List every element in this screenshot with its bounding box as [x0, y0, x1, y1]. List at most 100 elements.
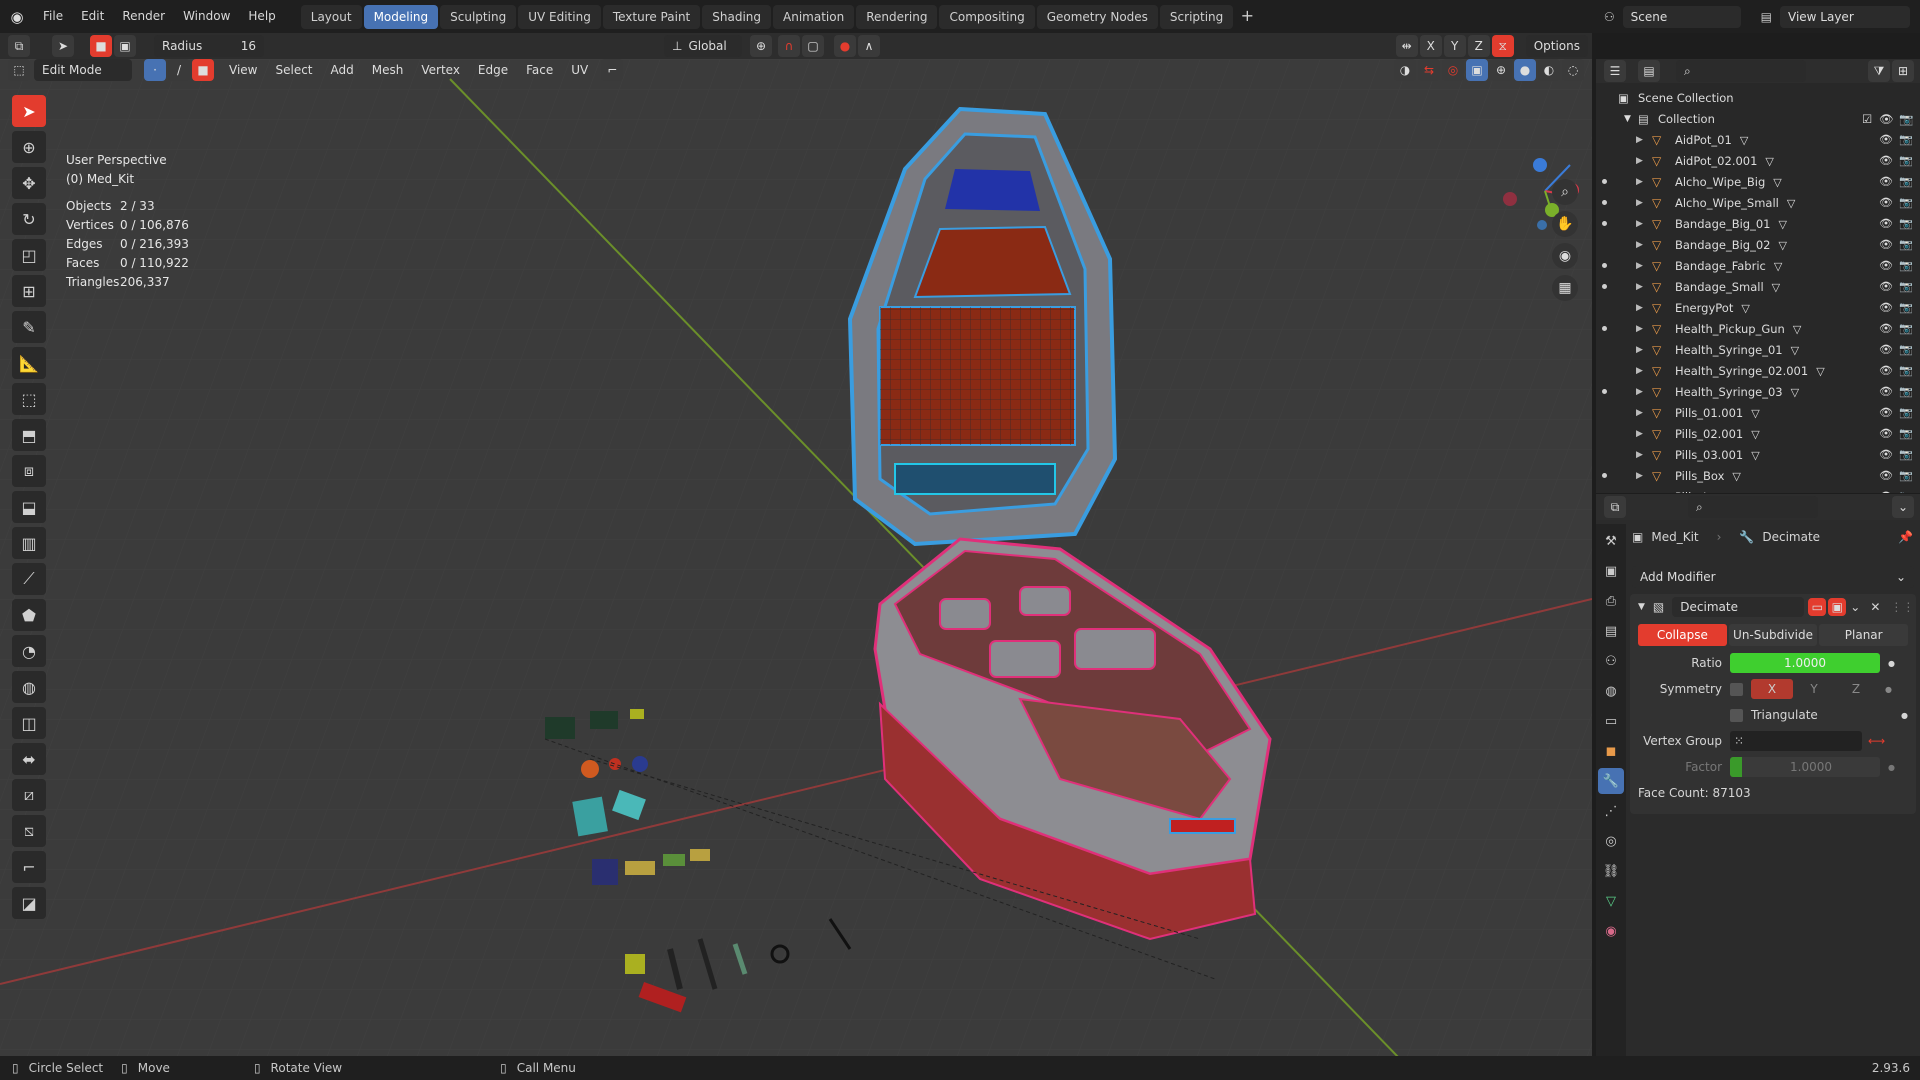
outliner-item[interactable]: ▶ ▽ Pills_Box ▽ 👁 📷 [1596, 465, 1920, 486]
3d-viewport[interactable]: User Perspective (0) Med_Kit Objects 2 / … [0, 59, 1592, 1056]
falloff-icon[interactable]: ∧ [858, 35, 880, 57]
outliner-item-name[interactable]: Pills_03.001 ▽ [1675, 448, 1760, 462]
add-modifier-dropdown[interactable]: Add Modifier ⌄ [1632, 566, 1914, 588]
tab-layout[interactable]: Layout [300, 4, 362, 29]
collection-expand-icon[interactable]: ▼ [1624, 114, 1631, 124]
view-layer-name-field[interactable]: View Layer [1780, 5, 1910, 28]
object-tab-icon[interactable]: ◼ [1598, 738, 1624, 764]
eye-icon[interactable]: 👁 [1879, 175, 1893, 188]
scale-tool-icon[interactable]: ◰ [12, 239, 46, 271]
camera-icon[interactable]: 📷 [1899, 490, 1913, 493]
move-tool-icon[interactable]: ✥ [12, 167, 46, 199]
viewport-menu-mesh[interactable]: Mesh [363, 63, 413, 77]
collection-eye-icon[interactable]: 👁 [1879, 112, 1894, 126]
viewport-menu-uv[interactable]: UV [562, 63, 597, 77]
eye-icon[interactable]: 👁 [1879, 217, 1893, 230]
shrink-tool-icon[interactable]: ⬌ [12, 743, 46, 775]
outliner-item[interactable]: ▶ ▽ Bandage_Small ▽ 👁 📷 [1596, 276, 1920, 297]
ratio-slider[interactable]: 1.0000 [1730, 653, 1880, 673]
edit-dot-icon[interactable] [1602, 179, 1607, 184]
outliner-item-name[interactable]: Bandage_Small ▽ [1675, 280, 1780, 294]
properties-search-input[interactable]: ⌕ [1688, 496, 1818, 518]
tab-geometry-nodes[interactable]: Geometry Nodes [1036, 4, 1158, 29]
factor-slider[interactable]: 1.0000 [1730, 757, 1880, 777]
options-dropdown[interactable]: Options [1525, 35, 1588, 57]
outliner-item-name[interactable]: AidPot_02.001 ▽ [1675, 154, 1774, 168]
properties-editor-type-icon[interactable]: ⧉ [1604, 496, 1626, 518]
viewport-scene[interactable] [0, 59, 1592, 1056]
outliner-item-name[interactable]: Pills_Box ▽ [1675, 469, 1741, 483]
outliner-item-name[interactable]: Health_Syringe_02.001 ▽ [1675, 364, 1825, 378]
expand-arrow-icon[interactable]: ▶ [1636, 198, 1643, 208]
outliner-item-name[interactable]: Pills_01.001 ▽ [1675, 406, 1760, 420]
ortho-grid-icon[interactable]: ▦ [1552, 275, 1578, 301]
symmetry-keyframe-dot[interactable]: ● [1885, 685, 1892, 694]
add-cube-tool-icon[interactable]: ⬚ [12, 383, 46, 415]
eye-icon[interactable]: 👁 [1879, 133, 1893, 146]
loop-cut-tool-icon[interactable]: ▥ [12, 527, 46, 559]
tab-scripting[interactable]: Scripting [1159, 4, 1234, 29]
bevel-tool-icon[interactable]: ⬓ [12, 491, 46, 523]
outliner-item-name[interactable]: Bandage_Big_01 ▽ [1675, 217, 1787, 231]
camera-icon[interactable]: 📷 [1899, 259, 1913, 272]
select-mode-set-icon[interactable]: ■ [90, 35, 112, 57]
edit-dot-icon[interactable] [1602, 473, 1607, 478]
poly-build-tool-icon[interactable]: ⬟ [12, 599, 46, 631]
outliner-item-name[interactable]: AidPot_01 ▽ [1675, 133, 1748, 147]
render-tab-icon[interactable]: ▣ [1598, 558, 1624, 584]
tab-texture-paint[interactable]: Texture Paint [602, 4, 701, 29]
outliner-item[interactable]: ▶ ▽ Alcho_Wipe_Big ▽ 👁 📷 [1596, 171, 1920, 192]
outliner-item[interactable]: ▶ ▽ AidPot_02.001 ▽ 👁 📷 [1596, 150, 1920, 171]
expand-arrow-icon[interactable]: ▶ [1636, 303, 1643, 313]
eye-icon[interactable]: 👁 [1879, 490, 1893, 493]
expand-arrow-icon[interactable]: ▶ [1636, 408, 1643, 418]
modifier-menu-icon[interactable]: ⌄ [1850, 600, 1860, 614]
symmetry-axis-x[interactable]: X [1751, 679, 1793, 699]
eye-icon[interactable]: 👁 [1879, 301, 1893, 314]
outliner-item[interactable]: ▶ ▽ Pills_02.001 ▽ 👁 📷 [1596, 423, 1920, 444]
scene-name-field[interactable]: Scene [1622, 5, 1741, 28]
outliner-item[interactable]: ▶ ▽ Bandage_Fabric ▽ 👁 📷 [1596, 255, 1920, 276]
outliner-item-name[interactable]: Bandage_Fabric ▽ [1675, 259, 1782, 273]
expand-arrow-icon[interactable]: ▶ [1636, 450, 1643, 460]
particles-tab-icon[interactable]: ⋰ [1598, 798, 1624, 824]
expand-arrow-icon[interactable]: ▶ [1636, 261, 1643, 271]
mirror-icon[interactable]: ⇹ [1395, 35, 1418, 57]
camera-icon[interactable]: 📷 [1899, 154, 1913, 167]
camera-icon[interactable]: 📷 [1899, 385, 1913, 398]
camera-icon[interactable]: 📷 [1899, 217, 1913, 230]
tab-rendering[interactable]: Rendering [856, 4, 938, 29]
outliner-item-name[interactable]: Pills_Jar ▽ [1675, 490, 1735, 494]
scene-selector[interactable]: ⚇ Scene [1604, 5, 1741, 28]
remove-modifier-icon[interactable]: ✕ [1870, 600, 1880, 614]
material-shading-icon[interactable]: ◐ [1538, 59, 1560, 81]
edge-select-icon[interactable]: / [168, 59, 190, 81]
select-tool-icon[interactable]: ➤ [12, 95, 46, 127]
eye-icon[interactable]: 👁 [1879, 196, 1893, 209]
transform-orientation-dropdown[interactable]: ⊥ Global [664, 35, 742, 57]
xray-toggle-icon[interactable]: ▣ [1466, 59, 1488, 81]
outliner-item[interactable]: ▶ ▽ Health_Syringe_03 ▽ 👁 📷 [1596, 381, 1920, 402]
eye-icon[interactable]: 👁 [1879, 280, 1893, 293]
pan-hand-icon[interactable]: ✋ [1552, 211, 1578, 237]
modifier-tab-icon[interactable]: 🔧 [1598, 768, 1624, 794]
material-tab-icon[interactable]: ◉ [1598, 918, 1624, 944]
uv-sync-icon[interactable]: ⌐ [601, 59, 624, 81]
mirror-axis-x[interactable]: X [1419, 35, 1442, 57]
outliner-item[interactable]: ▶ ▽ Bandage_Big_02 ▽ 👁 📷 [1596, 234, 1920, 255]
collection-checkbox[interactable]: ☑ [1862, 112, 1872, 126]
triangulate-checkbox[interactable] [1730, 708, 1743, 722]
vertex-group-field[interactable]: ⁙ [1730, 731, 1862, 751]
expand-arrow-icon[interactable]: ▶ [1636, 429, 1643, 439]
camera-icon[interactable]: 📷 [1899, 280, 1913, 293]
outliner-item[interactable]: ▶ ▽ AidPot_01 ▽ 👁 📷 [1596, 129, 1920, 150]
expand-arrow-icon[interactable]: ▶ [1636, 282, 1643, 292]
smooth-tool-icon[interactable]: ◍ [12, 671, 46, 703]
camera-icon[interactable]: 📷 [1899, 175, 1913, 188]
edge-slide-tool-icon[interactable]: ◫ [12, 707, 46, 739]
viewport-menu-add[interactable]: Add [322, 63, 363, 77]
overlay-toggle-icon[interactable]: ◎ [1442, 59, 1464, 81]
camera-icon[interactable]: 📷 [1899, 448, 1913, 461]
collection-camera-icon[interactable]: 📷 [1899, 112, 1913, 126]
select-mode-extend-icon[interactable]: ▣ [114, 35, 136, 57]
